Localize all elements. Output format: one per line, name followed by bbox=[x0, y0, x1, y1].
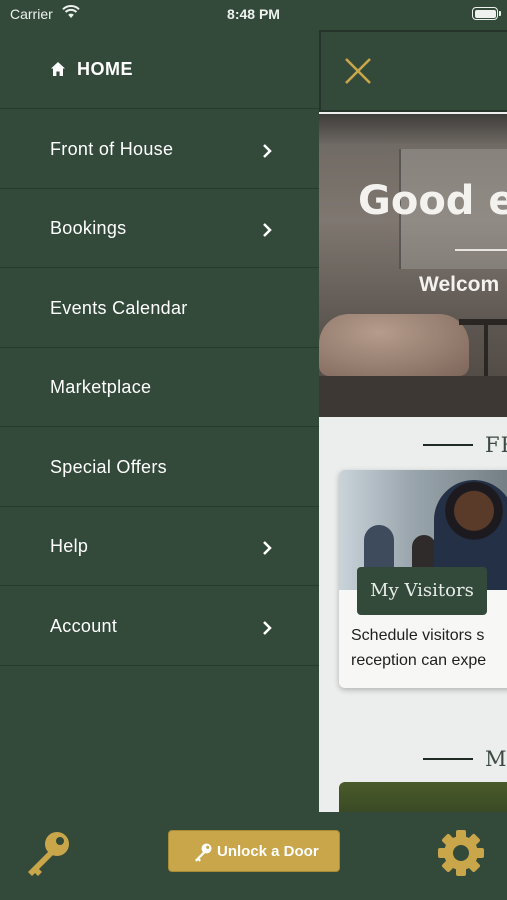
menu-item-home[interactable]: HOME bbox=[0, 30, 319, 109]
section-rule bbox=[423, 444, 473, 446]
menu-item-bookings[interactable]: Bookings bbox=[0, 189, 319, 268]
card-description: Schedule visitors s reception can expe bbox=[351, 627, 487, 669]
hero-banner: Good e Welcom bbox=[319, 114, 507, 417]
menu-item-events-calendar[interactable]: Events Calendar bbox=[0, 269, 319, 348]
key-icon[interactable] bbox=[22, 827, 74, 879]
hero-divider bbox=[455, 249, 507, 251]
menu-item-label: Bookings bbox=[50, 218, 127, 238]
hero-greeting: Good e bbox=[358, 178, 507, 224]
hero-floor bbox=[319, 376, 507, 417]
key-icon bbox=[195, 843, 212, 862]
menu-item-account[interactable]: Account bbox=[0, 587, 319, 666]
menu-item-label: Events Calendar bbox=[50, 298, 188, 318]
menu-item-label: Front of House bbox=[50, 139, 174, 159]
unlock-door-button[interactable]: Unlock a Door bbox=[168, 830, 340, 872]
battery-icon bbox=[472, 7, 498, 20]
hero-sofa bbox=[319, 314, 469, 376]
bottom-bar: Unlock a Door bbox=[0, 812, 507, 900]
hero-table bbox=[459, 319, 507, 325]
card-title-badge: My Visitors bbox=[357, 567, 487, 615]
chevron-right-icon bbox=[263, 223, 272, 237]
gear-icon[interactable] bbox=[436, 828, 486, 878]
menu-item-label: Special Offers bbox=[50, 457, 167, 477]
menu-item-marketplace[interactable]: Marketplace bbox=[0, 348, 319, 427]
hero-ceiling bbox=[319, 114, 507, 144]
chevron-right-icon bbox=[263, 144, 272, 158]
menu-item-label: Account bbox=[50, 616, 118, 636]
menu-item-label: Marketplace bbox=[50, 377, 152, 397]
main-top-bar bbox=[319, 30, 507, 112]
section-rule bbox=[423, 758, 473, 760]
unlock-door-label: Unlock a Door bbox=[217, 843, 319, 860]
section-title: FR bbox=[485, 433, 507, 457]
menu-item-help[interactable]: Help bbox=[0, 507, 319, 586]
menu-item-label: HOME bbox=[77, 59, 133, 79]
status-bar: Carrier 8:48 PM bbox=[0, 0, 507, 30]
side-menu: HOME Front of House Bookings Events Cale… bbox=[0, 30, 319, 812]
section-title: M bbox=[485, 747, 507, 771]
close-icon[interactable] bbox=[343, 56, 373, 86]
hero-table-leg bbox=[484, 324, 488, 384]
menu-item-label: Help bbox=[50, 536, 89, 556]
chevron-right-icon bbox=[263, 621, 272, 635]
menu-item-special-offers[interactable]: Special Offers bbox=[0, 428, 319, 507]
card-preview[interactable] bbox=[339, 782, 507, 812]
main-content: Good e Welcom FR My Visitors Schedule vi… bbox=[319, 30, 507, 812]
home-icon bbox=[51, 62, 65, 76]
hero-subtitle: Welcom bbox=[419, 273, 500, 296]
battery-cap bbox=[499, 11, 501, 16]
chevron-right-icon bbox=[263, 541, 272, 555]
menu-item-front-of-house[interactable]: Front of House bbox=[0, 110, 319, 189]
my-visitors-card[interactable]: My Visitors Schedule visitors s receptio… bbox=[339, 470, 507, 688]
clock: 8:48 PM bbox=[227, 6, 280, 22]
